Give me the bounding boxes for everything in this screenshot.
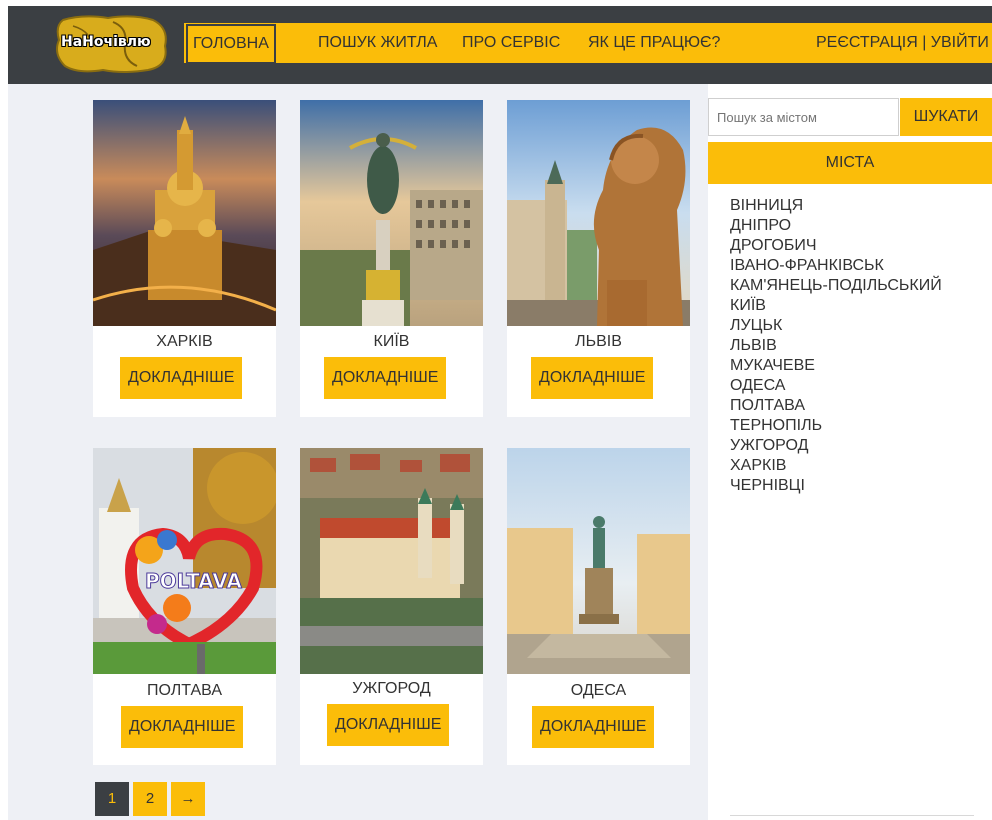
search-button[interactable]: ШУКАТИ [900,98,992,136]
uzhhorod-aerial-image [300,448,483,674]
poltava-sign-image: POLTAVA [93,448,276,674]
city-name-uzhhorod: УЖГОРОД [352,680,431,697]
city-photo-kyiv[interactable] [300,100,483,326]
nav-about[interactable]: ПРО СЕРВІС [462,23,560,63]
city-card-lviv: ЛЬВІВ ДОКЛАДНІШЕ [507,100,690,417]
city-card-uzhhorod: УЖГОРОД ДОКЛАДНІШЕ [300,448,483,765]
city-photo-kharkiv[interactable] [93,100,276,326]
city-card-poltava: POLTAVA ПОЛТАВА ДОКЛАДНІШЕ [93,448,276,765]
logo-text: НаНочівлю [61,34,151,50]
nav-register-login[interactable]: РЕЄСТРАЦІЯ | УВІЙТИ [816,23,989,63]
header-bar: НаНочівлю ГОЛОВНА ПОШУК ЖИТЛА ПРО СЕРВІС… [8,6,992,84]
city-link[interactable]: ЧЕРНІВЦІ [730,476,942,496]
details-button-lviv[interactable]: ДОКЛАДНІШЕ [531,357,654,399]
pagination-page-1[interactable]: 1 [95,782,129,816]
city-name-odesa: ОДЕСА [570,682,627,699]
city-link[interactable]: ВІННИЦЯ [730,196,942,216]
city-link[interactable]: ЛУЦЬК [730,316,942,336]
city-card-kyiv: КИЇВ ДОКЛАДНІШЕ [300,100,483,417]
city-link[interactable]: ДНІПРО [730,216,942,236]
city-card-odesa: ОДЕСА ДОКЛАДНІШЕ [507,448,690,765]
city-link[interactable]: ХАРКІВ [730,456,942,476]
details-button-poltava[interactable]: ДОКЛАДНІШЕ [121,706,244,748]
cities-heading: МІСТА [708,142,992,184]
city-photo-lviv[interactable] [507,100,690,326]
city-link[interactable]: ІВАНО-ФРАНКІВСЬК [730,256,942,276]
city-name-kyiv: КИЇВ [373,333,410,350]
city-link[interactable]: МУКАЧЕВЕ [730,356,942,376]
kharkiv-cathedral-image [93,100,276,326]
sidebar: ШУКАТИ МІСТА ВІННИЦЯ ДНІПРО ДРОГОБИЧ ІВА… [708,84,992,820]
poltava-sign-text: POLTAVA [145,569,242,593]
pagination-page-2[interactable]: 2 [133,782,167,816]
details-button-uzhhorod[interactable]: ДОКЛАДНІШЕ [327,704,450,746]
city-link[interactable]: ПОЛТАВА [730,396,942,416]
odesa-monument-image [507,448,690,674]
city-link[interactable]: ТЕРНОПІЛЬ [730,416,942,436]
details-button-kharkiv[interactable]: ДОКЛАДНІШЕ [120,357,243,399]
city-photo-uzhhorod[interactable] [300,448,483,674]
city-link[interactable]: КАМ'ЯНЕЦЬ-ПОДІЛЬСЬКИЙ [730,276,942,296]
nav-home[interactable]: ГОЛОВНА [186,24,276,64]
city-link[interactable]: КИЇВ [730,296,942,316]
nav-how-it-works[interactable]: ЯК ЦЕ ПРАЦЮЄ? [588,23,720,63]
nav-search[interactable]: ПОШУК ЖИТЛА [318,23,437,63]
city-name-kharkiv: ХАРКІВ [156,333,213,350]
lviv-lion-image [507,100,690,326]
city-link[interactable]: ДРОГОБИЧ [730,236,942,256]
city-link[interactable]: ОДЕСА [730,376,942,396]
city-name-poltava: ПОЛТАВА [147,682,222,699]
kyiv-monument-image [300,100,483,326]
city-photo-poltava[interactable]: POLTAVA [93,448,276,674]
city-search-input[interactable] [708,98,899,136]
city-link[interactable]: УЖГОРОД [730,436,942,456]
city-card-kharkiv: ХАРКІВ ДОКЛАДНІШЕ [93,100,276,417]
main-nav: ГОЛОВНА ПОШУК ЖИТЛА ПРО СЕРВІС ЯК ЦЕ ПРА… [184,23,992,64]
sidebar-divider [730,815,974,816]
logo[interactable]: НаНочівлю [53,14,171,74]
city-photo-odesa[interactable] [507,448,690,674]
details-button-odesa[interactable]: ДОКЛАДНІШЕ [532,706,655,748]
pagination-next-arrow-icon[interactable]: → [171,782,205,816]
city-link[interactable]: ЛЬВІВ [730,336,942,356]
city-name-lviv: ЛЬВІВ [575,333,622,350]
details-button-kyiv[interactable]: ДОКЛАДНІШЕ [324,357,447,399]
city-list: ВІННИЦЯ ДНІПРО ДРОГОБИЧ ІВАНО-ФРАНКІВСЬК… [730,196,942,496]
